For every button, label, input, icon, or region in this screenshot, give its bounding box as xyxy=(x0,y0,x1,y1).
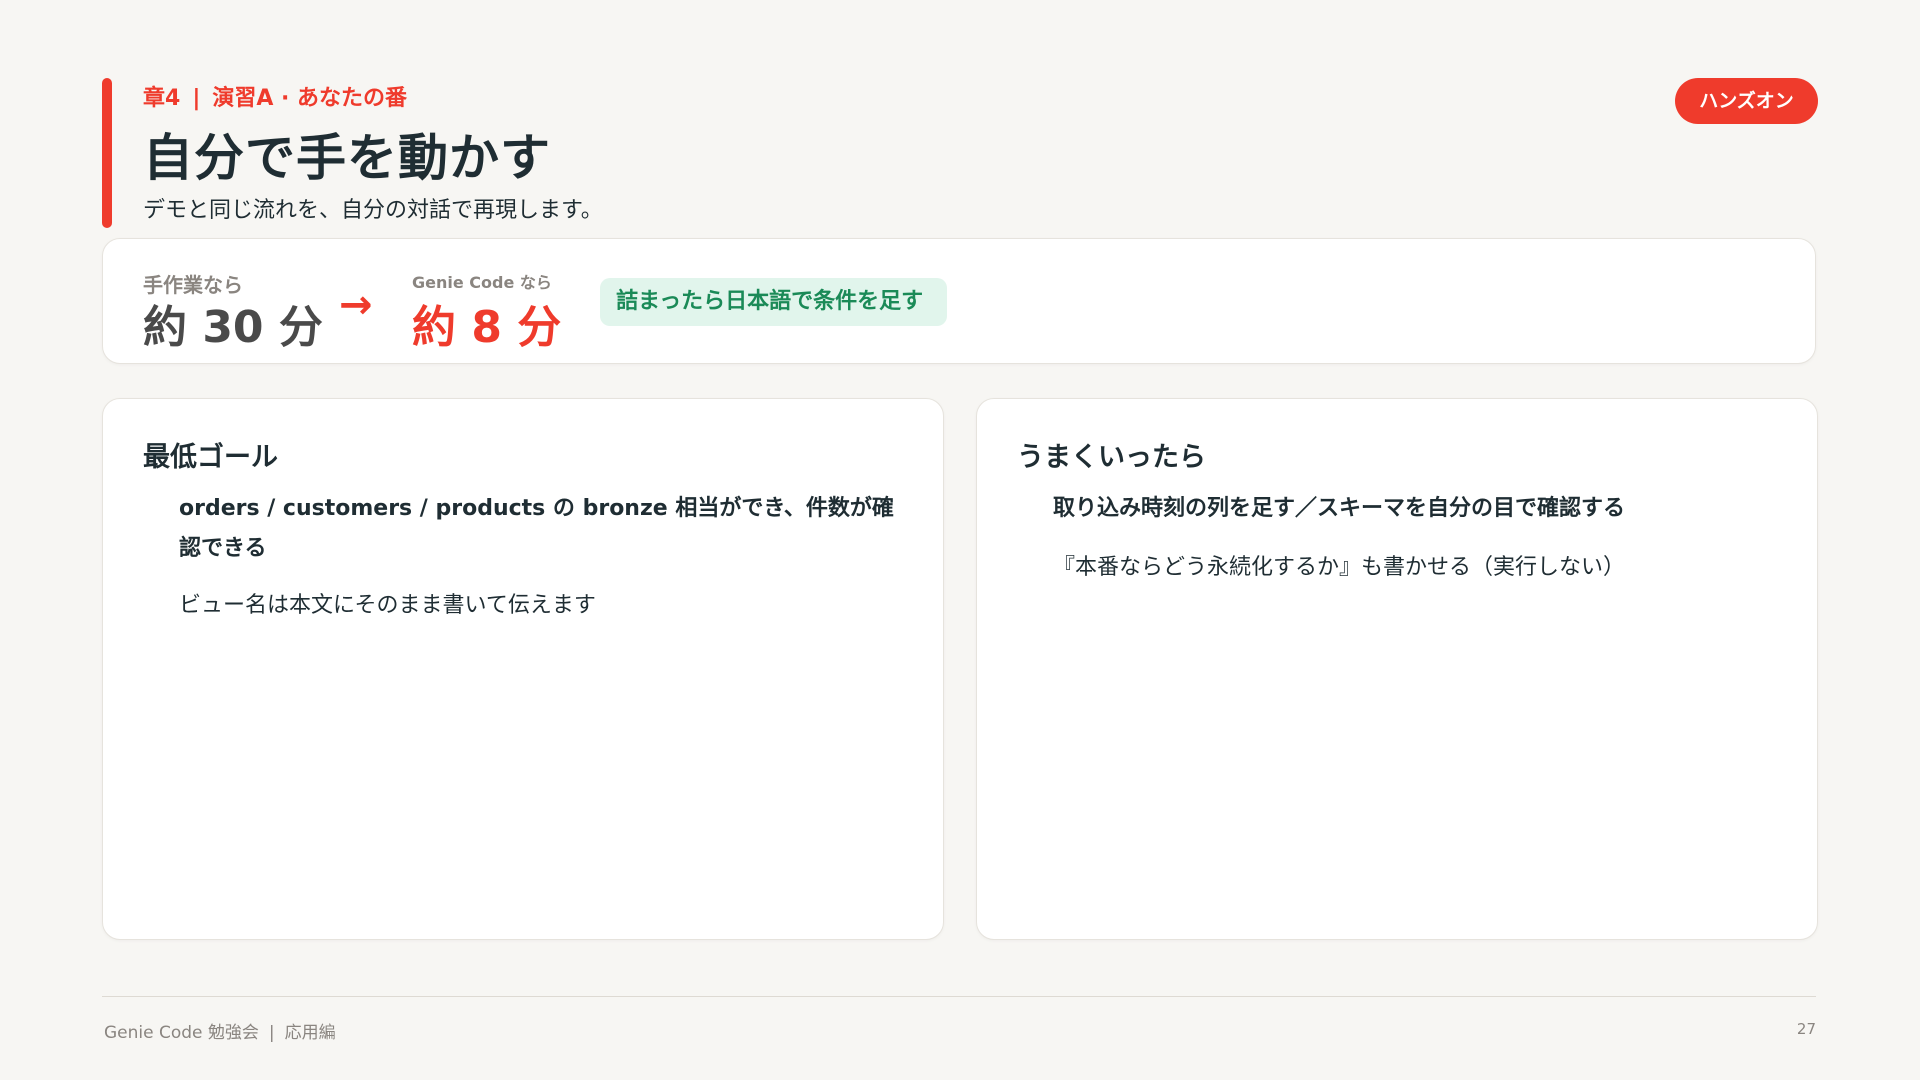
footer-separator: | xyxy=(268,1023,275,1043)
chapter-separator: | xyxy=(192,86,201,111)
page-subtitle: デモと同じ流れを、自分の対話で再現します。 xyxy=(143,198,603,223)
footer-brand: Genie Code 勉強会 xyxy=(104,1023,259,1043)
minimum-goal-note: ビュー名は本文にそのまま書いて伝えます xyxy=(179,593,596,618)
page-number: 27 xyxy=(1796,1020,1816,1038)
chapter-number: 章4 xyxy=(143,86,181,111)
stretch-goal-card: うまくいったら 取り込み時刻の列を足す／スキーマを自分の目で確認する 『本番なら… xyxy=(976,398,1818,940)
page-title: 自分で手を動かす xyxy=(143,129,551,187)
manual-time-value: 約 30 分 xyxy=(143,302,323,353)
section-name: 演習A · あなたの番 xyxy=(212,86,408,111)
minimum-goal-heading: 最低ゴール xyxy=(143,442,278,473)
minimum-goal-item: orders / customers / products の bronze 相… xyxy=(179,496,894,561)
arrow-right-icon: → xyxy=(339,282,373,328)
footer-label: Genie Code 勉強会 | 応用編 xyxy=(104,1018,336,1043)
tip-badge: 詰まったら日本語で条件を足す xyxy=(600,278,948,326)
footer-divider xyxy=(102,996,1816,997)
chapter-label: 章4 | 演習A · あなたの番 xyxy=(143,80,407,112)
minimum-goal-card: 最低ゴール orders / customers / products の br… xyxy=(102,398,944,940)
footer-edition: 応用編 xyxy=(284,1023,336,1043)
stretch-goal-heading: うまくいったら xyxy=(1017,442,1206,473)
stretch-goal-item: 取り込み時刻の列を足す／スキーマを自分の目で確認する xyxy=(1053,496,1626,521)
accent-bar xyxy=(102,78,112,228)
time-comparison-card: 手作業なら 約 30 分 → Genie Code なら 約 8 分 詰まったら… xyxy=(102,238,1816,364)
genie-time-value: 約 8 分 xyxy=(412,302,562,353)
stretch-goal-note: 『本番ならどう永続化するか』も書かせる（実行しない） xyxy=(1053,555,1626,580)
genie-time-label: Genie Code なら xyxy=(412,273,552,292)
hands-on-badge: ハンズオン xyxy=(1675,78,1818,124)
